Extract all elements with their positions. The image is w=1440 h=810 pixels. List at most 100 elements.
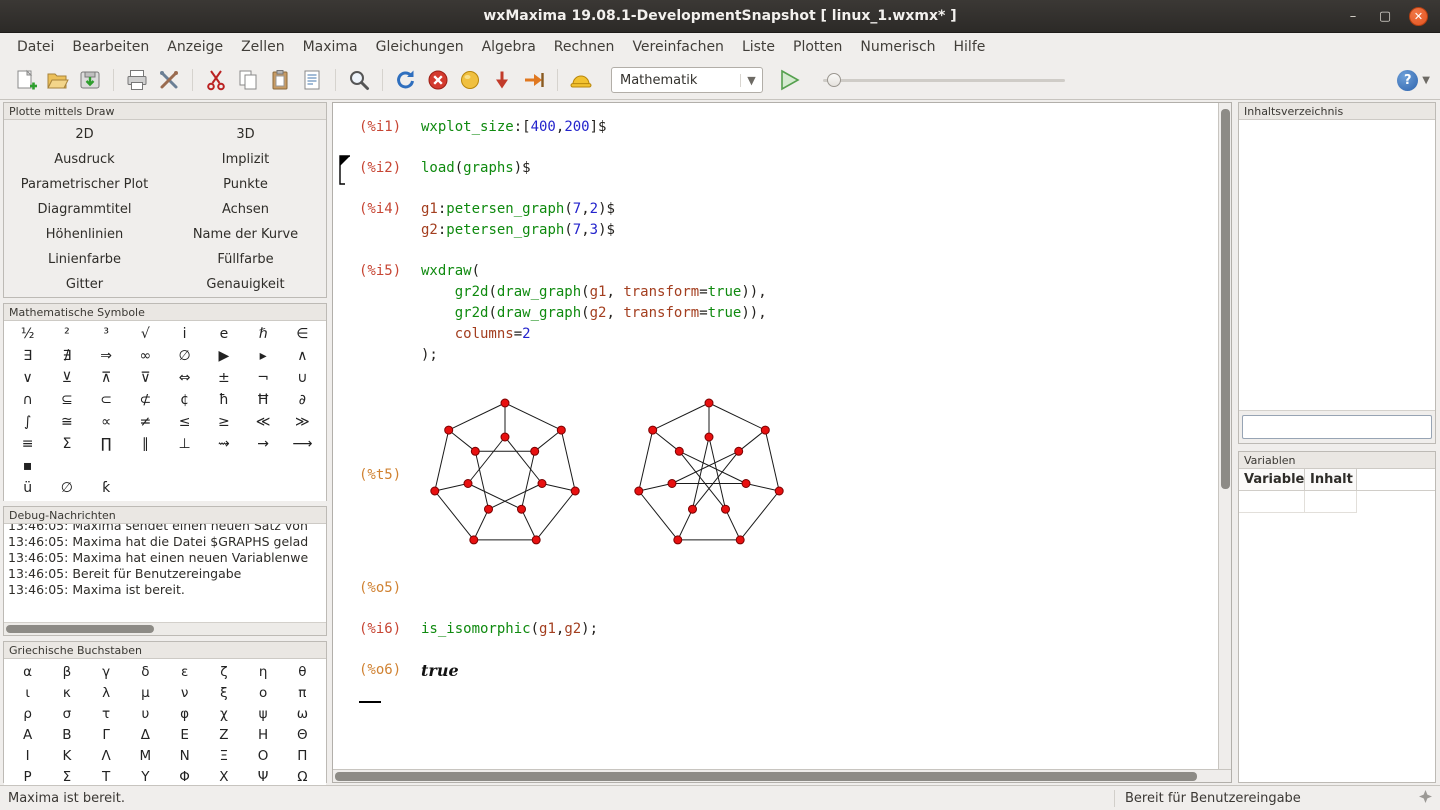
save-button[interactable] [75, 65, 105, 95]
menu-item-bearbeiten[interactable]: Bearbeiten [63, 35, 158, 59]
panel-greek-caption[interactable]: Griechische Buchstaben [4, 642, 326, 659]
symbol-button[interactable]: ƙ [102, 480, 110, 496]
symbol-button[interactable]: ⇔ [179, 370, 191, 386]
draw-button-name-der-kurve[interactable]: Name der Kurve [165, 222, 326, 247]
maxima-status-button[interactable] [566, 65, 596, 95]
symbol-button[interactable]: ∃ [23, 348, 32, 364]
worksheet-cursor[interactable] [359, 701, 381, 703]
greek-letter-button[interactable]: ζ [220, 664, 227, 680]
greek-letter-button[interactable]: E [180, 727, 189, 743]
menu-item-hilfe[interactable]: Hilfe [945, 35, 995, 59]
symbol-button[interactable]: ∅ [179, 348, 191, 364]
cell-bracket[interactable] [339, 155, 351, 189]
greek-letter-button[interactable]: ω [297, 706, 308, 722]
greek-letter-button[interactable]: B [62, 727, 71, 743]
greek-letter-button[interactable]: N [180, 748, 190, 764]
greek-letter-button[interactable]: ε [181, 664, 188, 680]
symbol-button[interactable]: ¢ [180, 392, 189, 408]
draw-button-gitter[interactable]: Gitter [4, 272, 165, 297]
paste-button[interactable] [265, 65, 295, 95]
draw-button-diagrammtitel[interactable]: Diagrammtitel [4, 197, 165, 222]
greek-letter-button[interactable]: Ψ [258, 769, 269, 785]
greek-letter-button[interactable]: T [102, 769, 110, 785]
greek-letter-button[interactable]: Λ [102, 748, 111, 764]
variables-table-empty-row[interactable] [1239, 491, 1435, 513]
greek-letter-button[interactable]: P [24, 769, 32, 785]
worksheet-cell-i4[interactable]: (%i4)g1:petersen_graph(7,2)$g2:petersen_… [333, 199, 1218, 241]
greek-letter-button[interactable]: κ [63, 685, 71, 701]
greek-letter-button[interactable]: X [219, 769, 228, 785]
symbol-button[interactable]: Σ [62, 436, 71, 452]
symbol-button[interactable]: ∩ [23, 392, 33, 408]
draw-button-3d[interactable]: 3D [165, 122, 326, 147]
vertical-scrollbar-thumb[interactable] [1221, 109, 1230, 489]
symbol-button[interactable]: ▪ [23, 458, 33, 474]
symbol-button[interactable]: ⟶ [292, 436, 312, 452]
greek-letter-button[interactable]: ι [25, 685, 30, 701]
follow-button[interactable] [487, 65, 517, 95]
symbol-button[interactable]: ≫ [295, 414, 310, 430]
greek-letter-button[interactable]: φ [180, 706, 189, 722]
greek-letter-button[interactable]: M [140, 748, 152, 764]
greek-letter-button[interactable]: Π [297, 748, 307, 764]
symbol-button[interactable]: ∂ [299, 392, 306, 408]
menu-item-gleichungen[interactable]: Gleichungen [367, 35, 473, 59]
print-button[interactable] [122, 65, 152, 95]
draw-button-genauigkeit[interactable]: Genauigkeit [165, 272, 326, 297]
greek-letter-button[interactable]: α [23, 664, 32, 680]
symbol-button[interactable]: ∥ [142, 436, 149, 452]
menu-item-zellen[interactable]: Zellen [232, 35, 293, 59]
greek-letter-button[interactable]: ρ [23, 706, 32, 722]
symbol-button[interactable]: ħ [219, 392, 229, 408]
close-button[interactable]: ✕ [1409, 7, 1428, 26]
greek-letter-button[interactable]: χ [220, 706, 228, 722]
greek-letter-button[interactable]: O [258, 748, 269, 764]
slider-handle[interactable] [827, 73, 841, 87]
greek-letter-button[interactable]: τ [102, 706, 110, 722]
greek-letter-button[interactable]: ψ [259, 706, 268, 722]
menu-item-datei[interactable]: Datei [8, 35, 63, 59]
panel-draw-caption[interactable]: Plotte mittels Draw [4, 103, 326, 120]
debug-horizontal-scrollbar[interactable] [4, 622, 326, 635]
greek-letter-button[interactable]: Δ [141, 727, 150, 743]
symbol-button[interactable]: ± [218, 370, 230, 386]
symbol-button[interactable]: ≠ [140, 414, 152, 430]
greek-letter-button[interactable]: Z [219, 727, 228, 743]
debug-scrollbar-thumb[interactable] [6, 625, 154, 633]
greek-letter-button[interactable]: Ξ [220, 748, 229, 764]
greek-letter-button[interactable]: Σ [63, 769, 72, 785]
greek-letter-button[interactable]: Θ [297, 727, 308, 743]
greek-letter-button[interactable]: υ [141, 706, 149, 722]
symbol-button[interactable]: ∪ [297, 370, 307, 386]
worksheet-cell-o6[interactable]: (%o6)true [333, 660, 1218, 681]
greek-letter-button[interactable]: λ [102, 685, 110, 701]
play-button[interactable] [774, 65, 804, 95]
greek-letter-button[interactable]: π [298, 685, 306, 701]
open-button[interactable] [43, 65, 73, 95]
symbol-button[interactable]: ≡ [22, 436, 34, 452]
select-all-button[interactable] [297, 65, 327, 95]
symbol-button[interactable]: → [257, 436, 269, 452]
panel-toc-caption[interactable]: Inhaltsverzeichnis [1239, 103, 1435, 120]
draw-button-füllfarbe[interactable]: Füllfarbe [165, 247, 326, 272]
worksheet-cell-i5[interactable]: (%i5)wxdraw( gr2d(draw_graph(g1, transfo… [333, 261, 1218, 366]
help-chevron-icon[interactable]: ▼ [1422, 75, 1430, 86]
worksheet-cell-i2[interactable]: (%i2)load(graphs)$ [333, 158, 1218, 179]
greek-letter-button[interactable]: Γ [102, 727, 110, 743]
worksheet-cell-i1[interactable]: (%i1)wxplot_size:[400,200]$ [333, 117, 1218, 138]
panel-debug-caption[interactable]: Debug-Nachrichten [4, 507, 326, 524]
help-button[interactable]: ? [1397, 70, 1418, 91]
horizontal-scrollbar-thumb[interactable] [335, 772, 1197, 781]
symbol-button[interactable]: i [183, 326, 187, 342]
greek-letter-button[interactable]: μ [141, 685, 150, 701]
symbol-button[interactable]: e [220, 326, 229, 342]
worksheet[interactable]: (%i1)wxplot_size:[400,200]$ (%i2)load(gra… [333, 103, 1218, 769]
menu-item-anzeige[interactable]: Anzeige [158, 35, 232, 59]
cut-button[interactable] [201, 65, 231, 95]
interrupt-button[interactable] [423, 65, 453, 95]
greek-letter-button[interactable]: η [259, 664, 268, 680]
greek-letter-button[interactable]: ξ [220, 685, 228, 701]
new-button[interactable] [11, 65, 41, 95]
jump-to-input-button[interactable] [519, 65, 549, 95]
animation-slider[interactable] [823, 67, 1065, 93]
